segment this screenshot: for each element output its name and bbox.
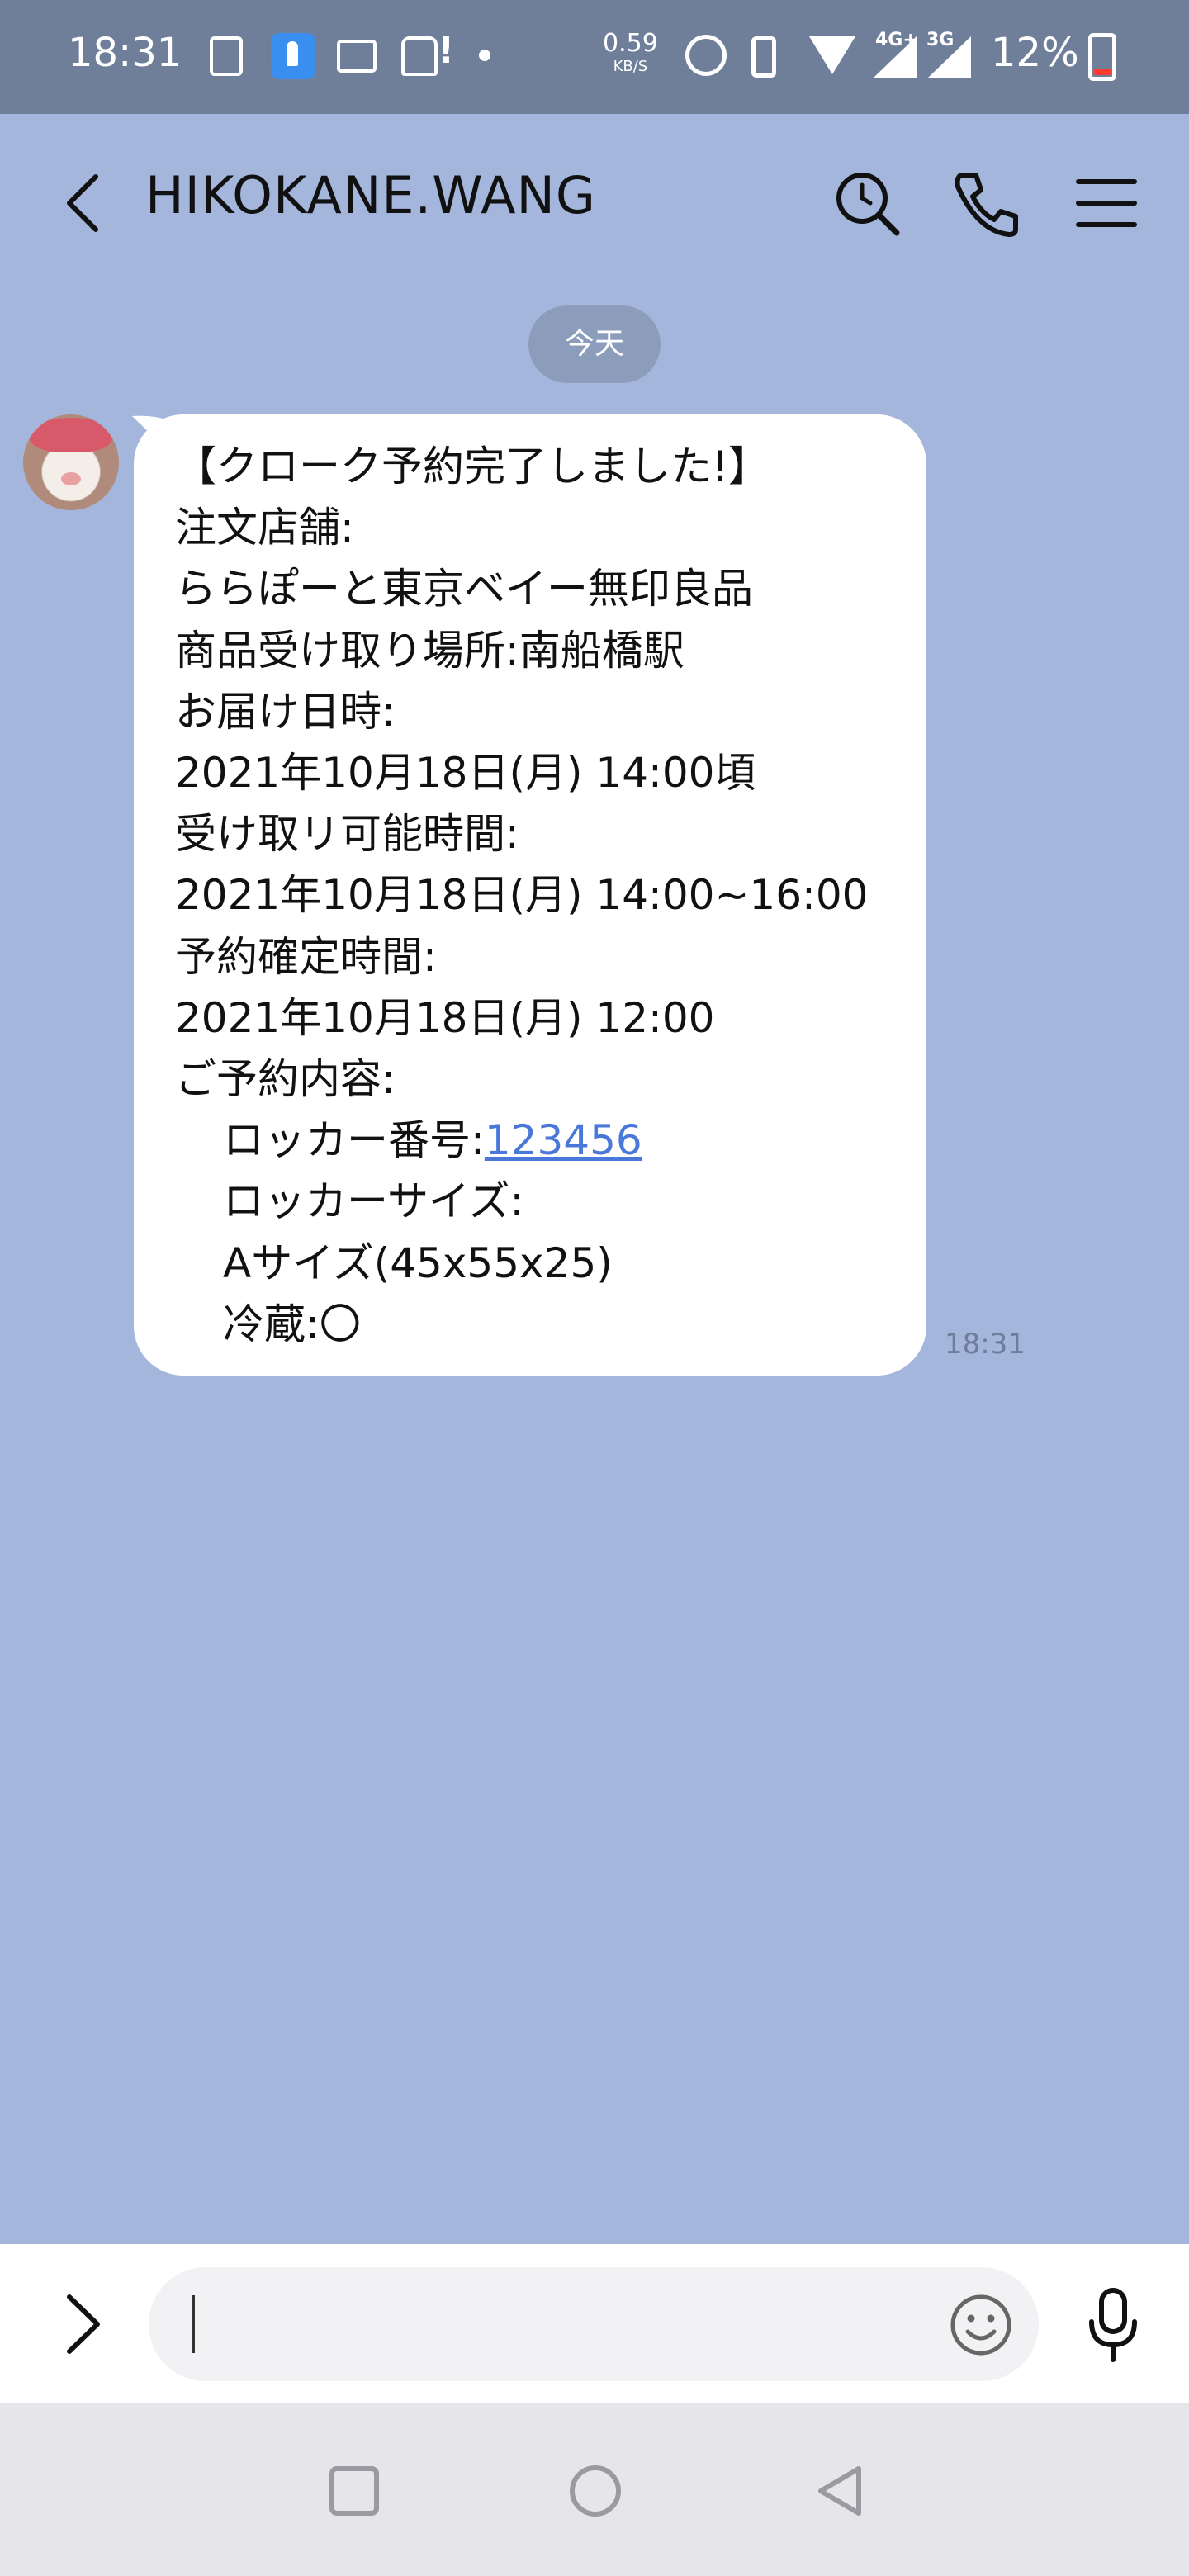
status-time: 18:31	[68, 30, 182, 76]
wifi-icon	[809, 36, 855, 74]
emoji-icon[interactable]	[948, 2292, 1014, 2358]
input-bar	[0, 2244, 1189, 2403]
message-line: 2021年10月18日(月) 14:00~16:00	[175, 871, 869, 920]
message-line: 受け取リ可能時間:	[175, 810, 519, 859]
locker-number-line: ロッカー番号:123456	[175, 1110, 893, 1171]
microphone-icon[interactable]	[1080, 2284, 1146, 2366]
battery-icon	[1088, 33, 1116, 81]
locker-size-label: ロッカーサイズ:	[223, 1177, 524, 1226]
message-bubble[interactable]: 【クローク予約完了しました!】 注文店舗: ららぽーと東京ベイー無印良品 商品受…	[134, 414, 926, 1376]
message-line: ららぽーと東京ベイー無印良品	[175, 565, 753, 613]
train-icon	[401, 36, 438, 76]
locker-size: Aサイズ(45x55x25)	[223, 1238, 613, 1287]
alert-mark: !	[438, 30, 455, 72]
chat-title: HIKOKANE.WANG	[145, 165, 596, 225]
alarm-icon	[685, 35, 727, 76]
message-line: 2021年10月18日(月) 14:00頃	[175, 749, 756, 798]
battery-percent: 12%	[991, 30, 1079, 76]
chevron-right-icon[interactable]	[50, 2287, 116, 2361]
chevron-left-icon[interactable]	[58, 170, 107, 236]
message-line: 注文店舗:	[175, 504, 354, 552]
locker-number-label: ロッカー番号:	[223, 1116, 485, 1165]
chat-header: HIKOKANE.WANG	[0, 114, 1189, 279]
net-speed-value: 0.59	[603, 29, 658, 58]
net-speed: 0.59 KB/S	[603, 31, 658, 74]
message-line: 【クローク予約完了しました!】	[175, 443, 770, 490]
date-separator: 今天	[528, 305, 661, 383]
rocket-app-icon	[271, 33, 315, 79]
back-triangle-icon[interactable]	[811, 2462, 869, 2520]
message-timestamp: 18:31	[945, 1328, 1026, 1361]
home-icon[interactable]	[566, 2462, 624, 2520]
message-line: ご予約内容:	[175, 1055, 396, 1104]
message-line: 商品受け取り場所:南船橋駅	[175, 626, 685, 675]
search-icon[interactable]	[826, 162, 908, 244]
phone-icon[interactable]	[945, 162, 1027, 244]
menu-icon[interactable]	[1065, 162, 1148, 244]
image-icon	[337, 40, 377, 73]
download-icon	[210, 36, 243, 76]
locker-number-link[interactable]: 123456	[485, 1116, 642, 1164]
system-nav-bar	[0, 2403, 1189, 2576]
roaming-mark: R	[956, 59, 970, 80]
net-speed-unit: KB/S	[613, 58, 648, 75]
network-type-1: 4G+	[875, 30, 918, 50]
message-input[interactable]	[149, 2267, 1039, 2381]
message-line: 予約確定時間:	[175, 932, 437, 981]
message-line: お届け日時:	[175, 687, 396, 736]
refrigerated-line: 冷蔵:〇	[223, 1300, 361, 1348]
message-line: 2021年10月18日(月) 12:00	[175, 993, 715, 1042]
text-cursor	[192, 2295, 195, 2353]
network-type-2: 3G	[926, 30, 955, 50]
avatar[interactable]	[23, 414, 119, 510]
more-notifications-dot	[479, 50, 490, 61]
recent-apps-icon[interactable]	[325, 2462, 383, 2520]
status-bar: 18:31 ! 0.59 KB/S 4G+ 3G R 12%	[0, 0, 1189, 114]
vibrate-icon	[751, 36, 776, 78]
